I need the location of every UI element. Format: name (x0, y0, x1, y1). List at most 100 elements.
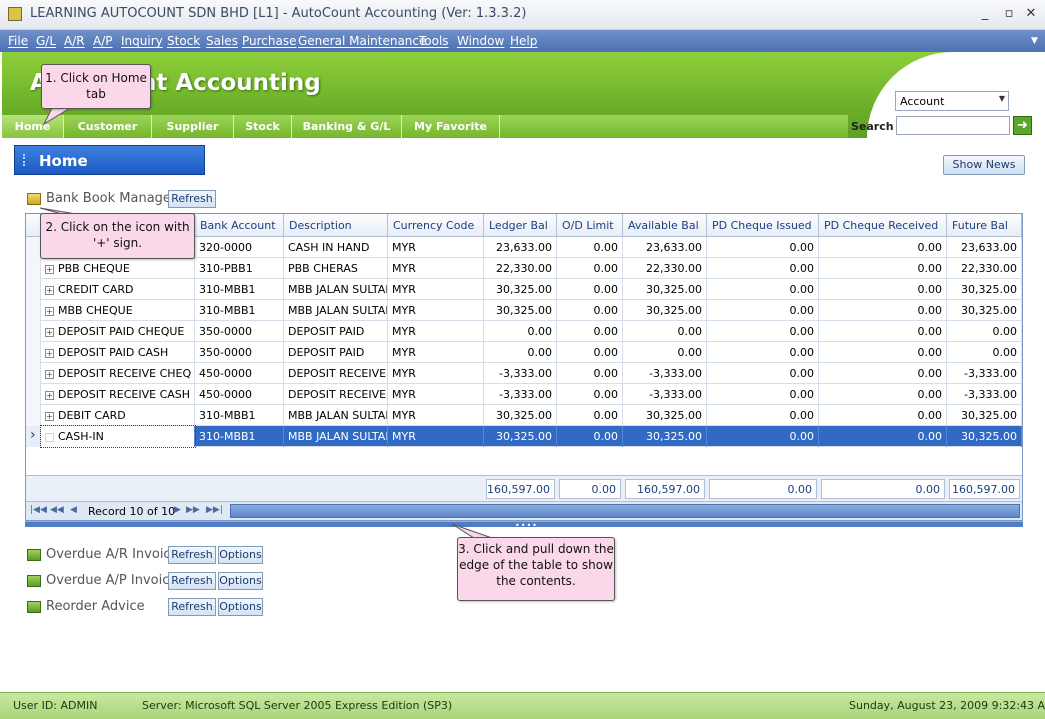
grid-resize-splitter[interactable]: •••• (25, 521, 1023, 530)
expand-row-icon[interactable]: + (45, 370, 54, 379)
cell-ledger[interactable]: 30,325.00 (484, 300, 557, 321)
header-pd-cheque-issued[interactable]: PD Cheque Issued (707, 214, 819, 237)
cell-pdr[interactable]: 0.00 (819, 237, 947, 258)
header-currency-code[interactable]: Currency Code (388, 214, 484, 237)
cell-pdr[interactable]: 0.00 (819, 279, 947, 300)
cell-pdr[interactable]: 0.00 (819, 258, 947, 279)
expand-row-icon[interactable]: + (45, 433, 54, 442)
cell-name[interactable]: + DEPOSIT PAID CASH (41, 342, 195, 363)
tab-stock[interactable]: Stock (234, 115, 292, 138)
cell-avail[interactable]: 22,330.00 (623, 258, 707, 279)
menu-help[interactable]: Help (510, 34, 537, 48)
cell-desc[interactable]: MBB JALAN SULTAN (284, 405, 388, 426)
row-indicator[interactable] (26, 279, 41, 300)
overdue-ar-icon[interactable] (27, 549, 41, 561)
cell-desc[interactable]: DEPOSIT PAID (284, 342, 388, 363)
cell-od[interactable]: 0.00 (557, 300, 623, 321)
header-bank-account[interactable]: Bank Account (195, 214, 284, 237)
menu-ar[interactable]: A/R (64, 34, 85, 48)
cell-desc[interactable]: DEPOSIT PAID (284, 321, 388, 342)
cell-od[interactable]: 0.00 (557, 321, 623, 342)
cell-pdi[interactable]: 0.00 (707, 342, 819, 363)
row-indicator[interactable] (26, 384, 41, 405)
menu-tools[interactable]: Tools (419, 34, 449, 48)
cell-od[interactable]: 0.00 (557, 342, 623, 363)
expand-row-icon[interactable]: + (45, 349, 54, 358)
cell-od[interactable]: 0.00 (557, 384, 623, 405)
search-scope-select[interactable]: Account ▼ (895, 91, 1009, 111)
cell-pdi[interactable]: 0.00 (707, 237, 819, 258)
close-button[interactable]: ✕ (1022, 5, 1040, 23)
cell-cur[interactable]: MYR (388, 384, 484, 405)
cell-desc[interactable]: DEPOSIT RECEIVED (284, 363, 388, 384)
cell-ledger[interactable]: 23,633.00 (484, 237, 557, 258)
cell-avail[interactable]: 30,325.00 (623, 426, 707, 447)
cell-future[interactable]: -3,333.00 (947, 363, 1022, 384)
cell-acc[interactable]: 310-MBB1 (195, 300, 284, 321)
next-record-icon[interactable]: ▶ (174, 505, 181, 515)
cell-pdi[interactable]: 0.00 (707, 321, 819, 342)
cell-future[interactable]: 30,325.00 (947, 279, 1022, 300)
cell-od[interactable]: 0.00 (557, 237, 623, 258)
tab-customer[interactable]: Customer (64, 115, 152, 138)
first-record-icon[interactable]: |◀◀ (30, 505, 47, 515)
tab-supplier[interactable]: Supplier (152, 115, 234, 138)
table-row[interactable]: + DEPOSIT RECEIVE CHEQ 450-0000 DEPOSIT REC… (26, 363, 1022, 384)
cell-name[interactable]: + CASH-IN (40, 425, 196, 448)
cell-acc[interactable]: 450-0000 (195, 363, 284, 384)
reorder-advice-options-button[interactable]: Options (218, 598, 263, 616)
menu-file[interactable]: File (8, 34, 28, 48)
cell-pdi[interactable]: 0.00 (707, 300, 819, 321)
row-indicator[interactable] (26, 321, 41, 342)
menu-inquiry[interactable]: Inquiry (121, 34, 163, 48)
menu-gl[interactable]: G/L (36, 34, 56, 48)
show-news-button[interactable]: Show News (943, 155, 1025, 175)
cell-ledger[interactable]: 30,325.00 (484, 279, 557, 300)
cell-cur[interactable]: MYR (388, 405, 484, 426)
cell-future[interactable]: 23,633.00 (947, 237, 1022, 258)
cell-cur[interactable]: MYR (388, 258, 484, 279)
reorder-advice-icon[interactable] (27, 601, 41, 613)
cell-cur[interactable]: MYR (388, 321, 484, 342)
cell-cur[interactable]: MYR (388, 300, 484, 321)
cell-acc[interactable]: 310-PBB1 (195, 258, 284, 279)
row-indicator[interactable]: › (26, 426, 41, 447)
cell-future[interactable]: 22,330.00 (947, 258, 1022, 279)
header-available-bal[interactable]: Available Bal (623, 214, 707, 237)
header-ledger-bal[interactable]: Ledger Bal (484, 214, 557, 237)
table-row[interactable]: + DEPOSIT RECEIVE CASH 450-0000 DEPOSIT REC… (26, 384, 1022, 405)
cell-future[interactable]: 30,325.00 (947, 426, 1022, 447)
cell-avail[interactable]: 30,325.00 (623, 300, 707, 321)
cell-acc[interactable]: 350-0000 (195, 342, 284, 363)
cell-acc[interactable]: 450-0000 (195, 384, 284, 405)
overdue-ar-refresh-button[interactable]: Refresh (168, 546, 216, 564)
cell-od[interactable]: 0.00 (557, 279, 623, 300)
next-page-icon[interactable]: ▶▶ (186, 505, 200, 515)
tab-my-favorite[interactable]: My Favorite (402, 115, 500, 138)
cell-name[interactable]: + PBB CHEQUE (41, 258, 195, 279)
last-record-icon[interactable]: ▶▶| (206, 505, 223, 515)
bank-book-refresh-button[interactable]: Refresh (168, 190, 216, 208)
row-indicator[interactable] (26, 363, 41, 384)
menu-window[interactable]: Window (457, 34, 504, 48)
table-row[interactable]: + DEPOSIT PAID CASH 350-0000 DEPOSIT PAID MY… (26, 342, 1022, 363)
cell-name[interactable]: + DEPOSIT RECEIVE CASH (41, 384, 195, 405)
cell-ledger[interactable]: 22,330.00 (484, 258, 557, 279)
cell-future[interactable]: 0.00 (947, 342, 1022, 363)
cell-avail[interactable]: 0.00 (623, 342, 707, 363)
cell-od[interactable]: 0.00 (557, 258, 623, 279)
cell-od[interactable]: 0.00 (557, 405, 623, 426)
overdue-ap-options-button[interactable]: Options (218, 572, 263, 590)
table-row[interactable]: + PBB CHEQUE 310-PBB1 PBB CHERAS MYR 22,330.0… (26, 258, 1022, 279)
overdue-ap-icon[interactable] (27, 575, 41, 587)
cell-acc[interactable]: 350-0000 (195, 321, 284, 342)
cell-pdi[interactable]: 0.00 (707, 405, 819, 426)
menu-purchase[interactable]: Purchase (242, 34, 297, 48)
restore-button[interactable]: ▫ (1000, 5, 1018, 23)
cell-pdr[interactable]: 0.00 (819, 363, 947, 384)
header-future-bal[interactable]: Future Bal (947, 214, 1022, 237)
menu-overflow-icon[interactable]: ▼ (1031, 36, 1038, 46)
cell-ledger[interactable]: 0.00 (484, 342, 557, 363)
cell-avail[interactable]: 0.00 (623, 321, 707, 342)
table-row[interactable]: › + CASH-IN 310-MBB1 MBB JALAN SULTAN MYR 30,3… (26, 425, 1022, 448)
